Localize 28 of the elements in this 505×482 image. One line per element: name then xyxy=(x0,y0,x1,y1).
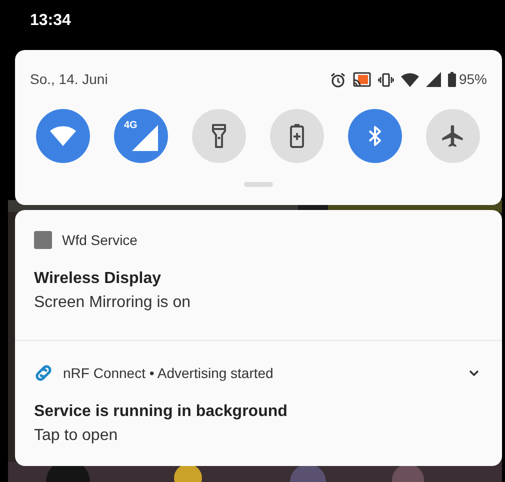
bluetooth-icon xyxy=(368,124,382,148)
network-type-label: 4G xyxy=(124,121,138,131)
flashlight-icon xyxy=(212,124,226,148)
notification-text: Screen Mirroring is on xyxy=(34,293,192,313)
notification-title: Service is running in background xyxy=(34,402,288,422)
notification-app-name: nRF Connect • Advertising started xyxy=(63,364,274,383)
drag-handle[interactable] xyxy=(244,182,273,187)
mobile-tile[interactable]: 4G xyxy=(114,109,168,163)
wifi-icon xyxy=(400,72,419,86)
notification-title: Wireless Display xyxy=(34,269,162,289)
chain-link-icon xyxy=(34,365,53,381)
cast-icon xyxy=(352,72,371,87)
vibrate-icon xyxy=(378,72,394,86)
signal-icon xyxy=(426,72,441,87)
date-label: So., 14. Juni xyxy=(30,70,108,89)
app-icon xyxy=(34,231,52,249)
wifi-tile[interactable] xyxy=(36,109,90,163)
chevron-down-icon[interactable] xyxy=(469,370,479,376)
wifi-icon xyxy=(50,126,76,146)
battery-plus-icon xyxy=(290,124,304,148)
status-time: 13:34 xyxy=(30,11,71,31)
alarm-icon xyxy=(330,72,346,88)
notification-text: Tap to open xyxy=(34,426,119,446)
battery-percent: 95% xyxy=(458,70,487,89)
battery-icon xyxy=(448,72,456,87)
bluetooth-tile[interactable] xyxy=(348,109,402,163)
airplane-icon xyxy=(440,123,466,149)
notification-app-name: Wfd Service xyxy=(62,230,138,250)
